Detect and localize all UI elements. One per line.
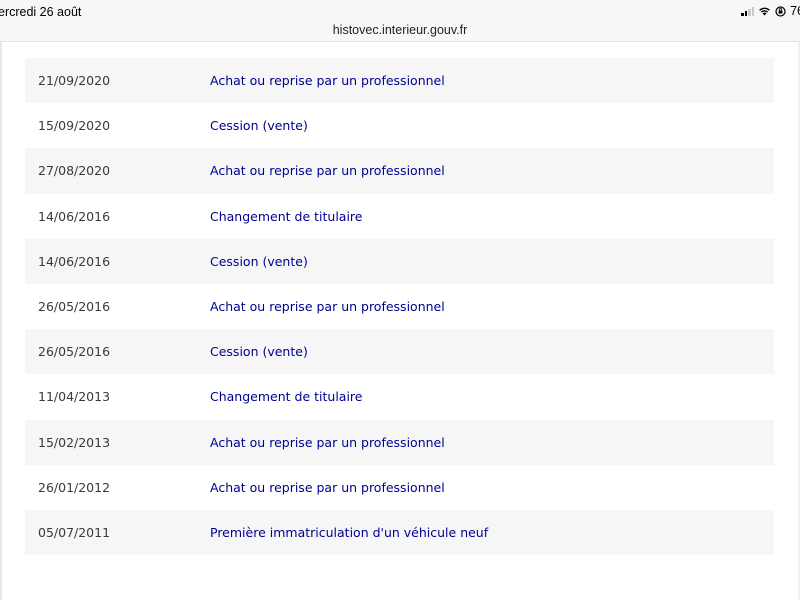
table-row: 26/05/2016 Achat ou reprise par un profe…	[25, 284, 774, 329]
status-indicators: 76	[741, 4, 800, 18]
address-bar[interactable]: histovec.interieur.gouv.fr	[0, 22, 800, 42]
date-cell: 15/09/2020	[38, 118, 111, 134]
event-cell: Achat ou reprise par un professionnel	[210, 479, 445, 495]
event-cell: Cession (vente)	[210, 118, 308, 134]
date-cell: 14/06/2016	[38, 208, 111, 224]
event-cell: Changement de titulaire	[210, 389, 363, 405]
date-cell: 26/01/2012	[38, 479, 111, 495]
table-row: 26/01/2012 Achat ou reprise par un profe…	[25, 465, 774, 510]
vehicle-history-table: 21/09/2020 Achat ou reprise par un profe…	[25, 58, 774, 556]
date-cell: 26/05/2016	[38, 299, 111, 315]
event-cell: Achat ou reprise par un professionnel	[210, 163, 445, 179]
date-cell: 14/06/2016	[38, 253, 111, 269]
event-cell: Première immatriculation d'un véhicule n…	[210, 524, 489, 540]
event-cell: Changement de titulaire	[210, 208, 363, 224]
event-cell: Cession (vente)	[210, 344, 308, 360]
table-row: 27/08/2020 Achat ou reprise par un profe…	[25, 148, 774, 194]
orientation-lock-icon	[775, 5, 786, 17]
status-date: ercredi 26 août	[0, 5, 82, 19]
date-cell: 21/09/2020	[38, 73, 111, 89]
event-cell: Cession (vente)	[210, 253, 308, 269]
table-row: 05/07/2011 Première immatriculation d'un…	[25, 509, 774, 556]
table-row-partial	[25, 42, 774, 58]
event-cell: Achat ou reprise par un professionnel	[210, 434, 445, 450]
status-bar: ercredi 26 août 76	[0, 0, 800, 22]
table-row: 15/02/2013 Achat ou reprise par un profe…	[25, 419, 774, 465]
date-cell: 26/05/2016	[38, 344, 111, 360]
url-text: histovec.interieur.gouv.fr	[332, 23, 468, 37]
table-row: 26/05/2016 Cession (vente)	[25, 329, 774, 375]
battery-percentage: 76	[790, 4, 800, 18]
wifi-icon	[759, 7, 770, 16]
table-row: 11/04/2013 Changement de titulaire	[25, 374, 774, 419]
table-row: 21/09/2020 Achat ou reprise par un profe…	[25, 58, 774, 104]
date-cell: 27/08/2020	[38, 163, 111, 179]
table-row: 14/06/2016 Cession (vente)	[25, 238, 774, 284]
cellular-signal-icon	[741, 6, 755, 16]
event-cell: Achat ou reprise par un professionnel	[210, 299, 445, 315]
date-cell: 05/07/2011	[38, 524, 111, 540]
page-content: 21/09/2020 Achat ou reprise par un profe…	[2, 42, 798, 600]
table-row: 15/09/2020 Cession (vente)	[25, 103, 774, 148]
date-cell: 11/04/2013	[38, 389, 111, 405]
date-cell: 15/02/2013	[38, 434, 111, 450]
event-cell: Achat ou reprise par un professionnel	[210, 73, 445, 89]
table-row: 14/06/2016 Changement de titulaire	[25, 194, 774, 239]
